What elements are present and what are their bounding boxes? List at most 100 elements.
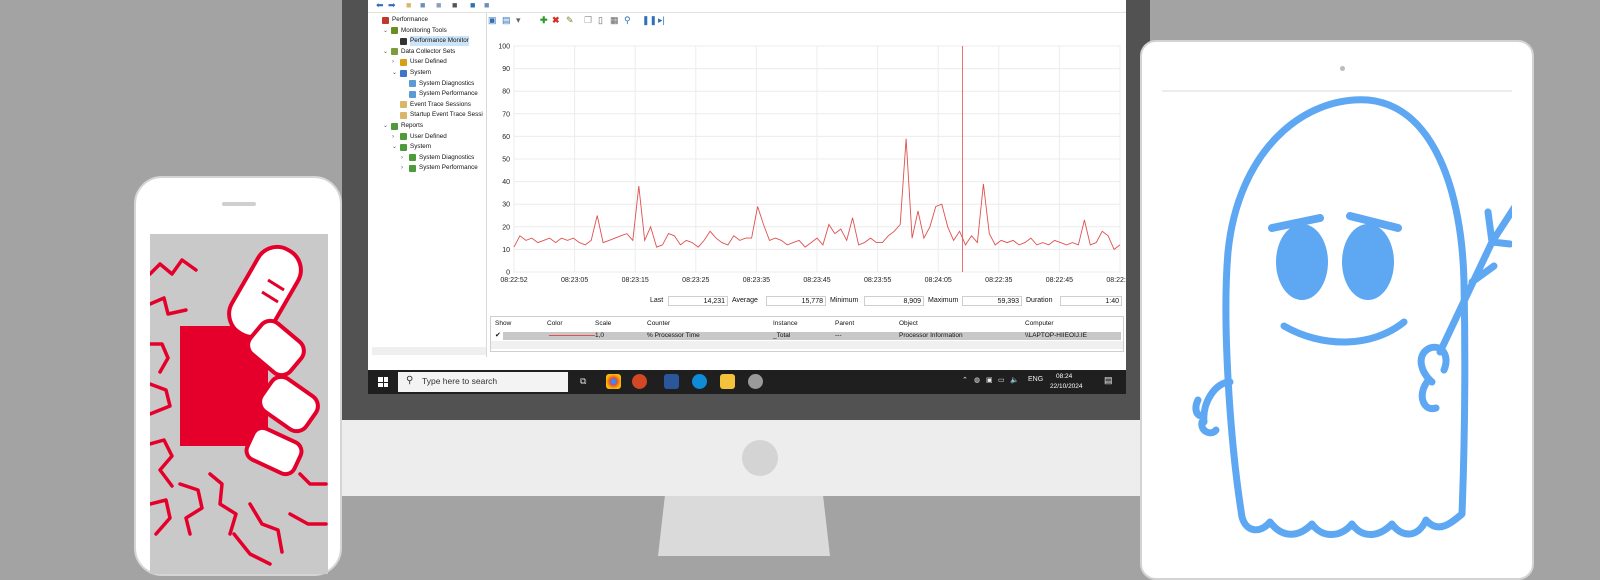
table-horizontal-scrollbar[interactable] <box>491 341 1123 349</box>
clock-date[interactable]: 22/10/2024 <box>1050 383 1083 390</box>
col-instance[interactable]: Instance <box>773 320 798 327</box>
tree-node-icon <box>400 101 407 109</box>
chevron-up-icon[interactable]: ⌃ <box>962 376 968 384</box>
change-graph-icon[interactable]: ▣ <box>488 16 497 25</box>
tree-node-icon <box>400 37 407 45</box>
word-icon[interactable] <box>664 374 679 389</box>
clock-time[interactable]: 08:24 <box>1056 373 1072 380</box>
tree-item[interactable]: › System Diagnostics <box>401 153 474 163</box>
chrome-icon[interactable] <box>606 374 621 389</box>
tree-item[interactable]: ⌄ Monitoring Tools <box>383 26 447 36</box>
col-parent[interactable]: Parent <box>835 320 854 327</box>
edge-icon[interactable] <box>692 374 707 389</box>
file-explorer-icon[interactable] <box>720 374 735 389</box>
col-computer[interactable]: Computer <box>1025 320 1054 327</box>
tree-item[interactable]: › System Performance <box>401 163 478 173</box>
tray-monitor-icon[interactable]: ▣ <box>986 376 993 384</box>
add-counter-icon[interactable]: ✚ <box>540 16 548 25</box>
tree-node-icon <box>409 80 416 88</box>
tree-node-icon <box>391 27 398 35</box>
tree-horizontal-scrollbar[interactable] <box>372 347 486 355</box>
tree-item-label: System Diagnostics <box>419 79 475 87</box>
forward-arrow-icon[interactable]: ➡ <box>388 1 396 10</box>
paste-counter-icon[interactable]: ▯ <box>598 16 603 25</box>
freeze-display-icon[interactable]: ❚❚ <box>642 16 657 25</box>
tree-expander-icon[interactable]: ⌄ <box>383 121 391 131</box>
show-checkbox[interactable]: ✔ <box>495 331 501 339</box>
copy-properties-icon[interactable]: ❐ <box>584 16 592 25</box>
x-tick-label: 08:23:05 <box>561 277 588 284</box>
tree-node-icon <box>400 69 407 77</box>
tablet-mockup <box>1140 40 1534 580</box>
x-tick-label: 08:22:52 <box>500 277 527 284</box>
language-indicator[interactable]: ENG <box>1028 376 1043 383</box>
tree-node-icon <box>400 133 407 141</box>
back-arrow-icon[interactable]: ⬅ <box>376 1 384 10</box>
folder-icon[interactable]: ■ <box>406 1 411 10</box>
tree-expander-icon[interactable]: ⌄ <box>392 142 400 152</box>
tree-item[interactable]: Startup Event Trace Sessi <box>392 110 483 120</box>
tree-expander-icon[interactable]: › <box>392 57 400 67</box>
col-show[interactable]: Show <box>495 320 511 327</box>
tree-item[interactable]: Performance Monitor <box>392 36 469 47</box>
x-tick-label: 08:23:15 <box>622 277 649 284</box>
zoom-icon[interactable]: ⚲ <box>624 16 631 25</box>
tree-item-label: System <box>410 143 431 151</box>
tree-item[interactable]: ⌄ Reports <box>383 121 423 131</box>
tree-item[interactable]: › User Defined <box>392 57 447 67</box>
tree-item-label: Performance <box>392 16 429 23</box>
x-tick-label: 08:23:25 <box>682 277 709 284</box>
col-scale[interactable]: Scale <box>595 320 611 327</box>
print-icon[interactable]: ■ <box>452 1 457 10</box>
col-counter[interactable]: Counter <box>647 320 670 327</box>
view-current-icon[interactable]: ▤ <box>502 16 511 25</box>
tree-item-label: Reports <box>401 122 424 129</box>
help-icon[interactable]: ■ <box>470 1 475 10</box>
tree-expander-icon[interactable]: › <box>392 132 400 142</box>
monitor-stand <box>658 496 830 556</box>
tree-node-icon <box>400 58 407 66</box>
y-tick-label: 100 <box>498 44 510 51</box>
tree-expander-icon[interactable]: ⌄ <box>392 68 400 78</box>
phone-screen <box>150 234 328 574</box>
performance-line-chart: 0 10 20 30 40 50 60 70 80 90 100 08:22:52 08:23:05 08… <box>486 30 1126 292</box>
properties-icon[interactable]: ▦ <box>610 16 619 25</box>
tree-item[interactable]: Event Trace Sessions <box>392 100 471 110</box>
row-scale: 1,0 <box>595 332 605 339</box>
tree-expander-icon[interactable]: › <box>401 163 409 173</box>
tree-item[interactable]: System Performance <box>401 89 478 99</box>
delete-counter-icon[interactable]: ✖ <box>552 16 560 25</box>
console-tree-icon[interactable]: ■ <box>420 1 425 10</box>
grid-view-icon[interactable]: ■ <box>484 1 489 10</box>
graph-type-dropdown-icon[interactable]: ▾ <box>516 16 521 25</box>
x-tick-label: 08:22:45 <box>1046 277 1073 284</box>
col-object[interactable]: Object <box>899 320 918 327</box>
minimum-value: 8,909 <box>864 296 924 306</box>
spectre-ghost-icon <box>1192 96 1512 538</box>
phone-speaker <box>222 202 256 206</box>
tree-item-label: System Performance <box>419 164 478 172</box>
windows-taskbar: ⚲ Type here to search ⧉ ⌃ ◍ ▣ ▭ 🔈 ENG 08… <box>368 370 1126 394</box>
volume-icon[interactable]: 🔈 <box>1010 376 1019 384</box>
tree-item[interactable]: Performance <box>374 15 428 25</box>
task-view-icon[interactable]: ⧉ <box>580 376 586 387</box>
powerpoint-icon[interactable] <box>632 374 647 389</box>
perfmon-app-icon[interactable] <box>748 374 763 389</box>
tree-expander-icon[interactable]: › <box>401 153 409 163</box>
tree-item[interactable]: ⌄ System <box>392 142 431 152</box>
tree-item[interactable]: › User Defined <box>392 132 447 142</box>
tree-item[interactable]: System Diagnostics <box>401 79 474 89</box>
windows-start-icon[interactable] <box>378 377 388 387</box>
taskbar-search-box[interactable]: ⚲ Type here to search <box>398 372 568 392</box>
tree-item[interactable]: ⌄ System <box>392 68 431 78</box>
update-data-icon[interactable]: ▸| <box>658 16 665 25</box>
tray-app-icon[interactable]: ◍ <box>974 376 980 384</box>
tree-expander-icon[interactable]: ⌄ <box>383 47 391 57</box>
battery-icon[interactable]: ▭ <box>998 376 1005 384</box>
properties-icon[interactable]: ■ <box>436 1 441 10</box>
highlight-icon[interactable]: ✎ <box>566 16 574 25</box>
tree-expander-icon[interactable]: ⌄ <box>383 26 391 36</box>
notification-icon[interactable]: ▤ <box>1104 375 1113 386</box>
col-color[interactable]: Color <box>547 320 563 327</box>
tree-item[interactable]: ⌄ Data Collector Sets <box>383 47 455 57</box>
